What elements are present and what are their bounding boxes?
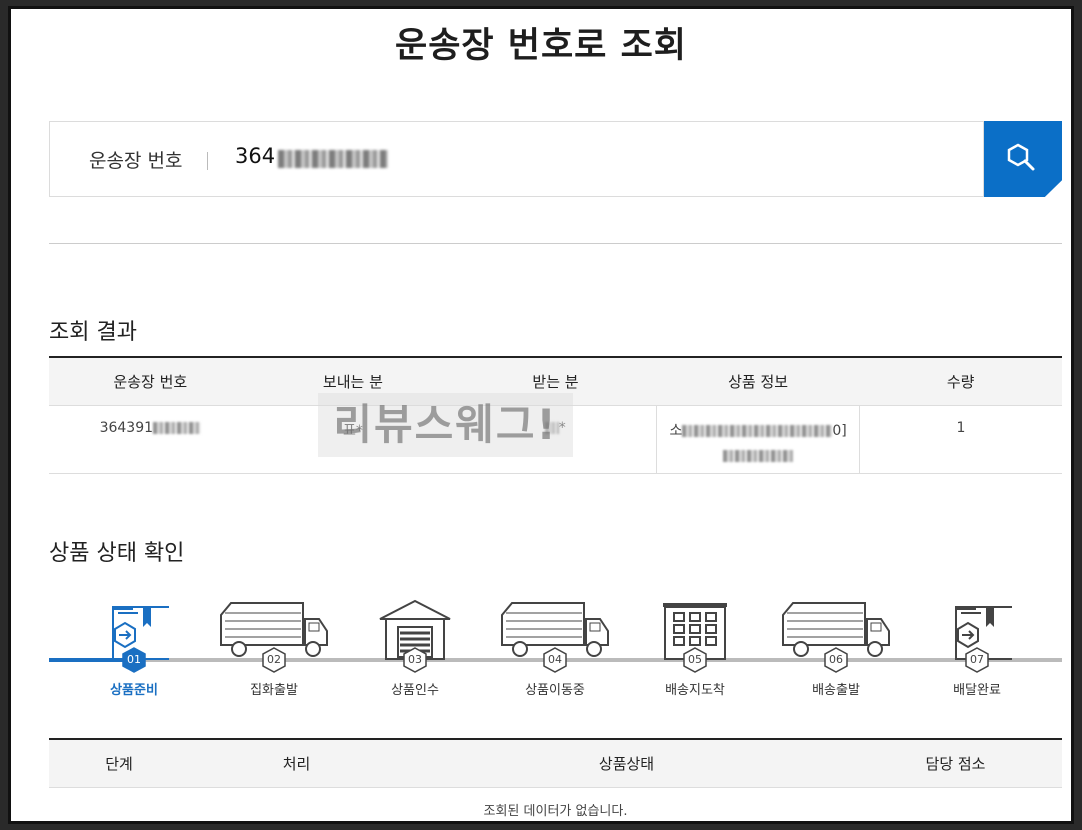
- col-quantity: 수량: [859, 356, 1062, 406]
- masked-text: [153, 421, 202, 434]
- step-number: 05: [688, 653, 702, 666]
- tracking-number-input[interactable]: 364: [235, 144, 275, 168]
- step-number: 03: [408, 653, 422, 666]
- history-table: 단계 처리 상품상태 담당 점소 조회된 데이터가 없습니다.: [49, 738, 1062, 821]
- status-step-03: 03 상품인수: [355, 599, 475, 698]
- step-label: 집화출발: [250, 683, 298, 698]
- cell-product: 소 0]: [656, 405, 860, 474]
- col-tracking: 운송장 번호: [49, 356, 252, 406]
- step-number: 01: [127, 653, 141, 666]
- step-number: 06: [829, 653, 843, 666]
- search-label: 운송장 번호: [89, 150, 183, 172]
- step-label: 배송출발: [812, 683, 860, 698]
- tracking-prefix: 364391: [99, 419, 154, 436]
- tracking-search-box[interactable]: 운송장 번호 364: [49, 121, 984, 197]
- step-number-badge: 03: [403, 647, 427, 673]
- step-number-badge: 01: [122, 647, 146, 673]
- masked-tracking-digits: [278, 150, 388, 168]
- step-number-badge: 05: [683, 647, 707, 673]
- cell-quantity: 1: [859, 405, 1062, 474]
- empty-row: 조회된 데이터가 없습니다.: [49, 787, 1062, 821]
- step-number-badge: 04: [543, 647, 567, 673]
- step-number: 07: [970, 653, 984, 666]
- status-step-04: 04 상품이동중: [495, 599, 615, 698]
- status-step-01: 01 상품준비: [74, 599, 194, 698]
- step-number: 04: [548, 653, 562, 666]
- col-product: 상품 정보: [656, 356, 860, 406]
- masked-text: [723, 449, 794, 462]
- step-label: 상품이동중: [525, 683, 585, 698]
- watermark: 리뷰스웨그!: [318, 393, 573, 457]
- status-section-title: 상품 상태 확인: [49, 541, 185, 566]
- page-frame: 운송장 번호로 조회 운송장 번호 364 조회 결과 운송장 번호 보내는 분…: [8, 6, 1074, 824]
- step-label: 상품인수: [391, 683, 439, 698]
- step-number-badge: 06: [824, 647, 848, 673]
- search-icon: [1007, 143, 1035, 171]
- divider: [49, 243, 1062, 244]
- search-button[interactable]: [984, 121, 1062, 197]
- product-prefix: 소: [669, 422, 683, 439]
- masked-text: [682, 424, 833, 437]
- cell-tracking: 364391: [49, 405, 252, 474]
- product-suffix: 0]: [832, 422, 847, 439]
- step-number-badge: 02: [262, 647, 286, 673]
- col-status: 상품상태: [404, 738, 849, 788]
- result-section-title: 조회 결과: [49, 320, 137, 345]
- col-office: 담당 점소: [849, 738, 1062, 788]
- step-number: 02: [267, 653, 281, 666]
- step-label: 상품준비: [110, 683, 158, 698]
- search-divider: [207, 152, 208, 170]
- step-label: 배송지도착: [665, 683, 725, 698]
- status-step-05: 05 배송지도착: [635, 599, 755, 698]
- col-stage: 단계: [49, 738, 189, 788]
- step-label: 배달완료: [953, 683, 1001, 698]
- empty-message: 조회된 데이터가 없습니다.: [483, 803, 628, 819]
- status-step-02: 02 집화출발: [214, 599, 334, 698]
- status-step-07: 07 배달완료: [917, 599, 1037, 698]
- page-title: 운송장 번호로 조회: [395, 26, 687, 66]
- step-number-badge: 07: [965, 647, 989, 673]
- status-step-06: 06 배송출발: [776, 599, 896, 698]
- col-process: 처리: [189, 738, 404, 788]
- status-stepper: 01 상품준비 02 집화출발 03 상품인수 04 상품이동중 05 배송지도착 06 배송출발 07…: [49, 599, 1062, 709]
